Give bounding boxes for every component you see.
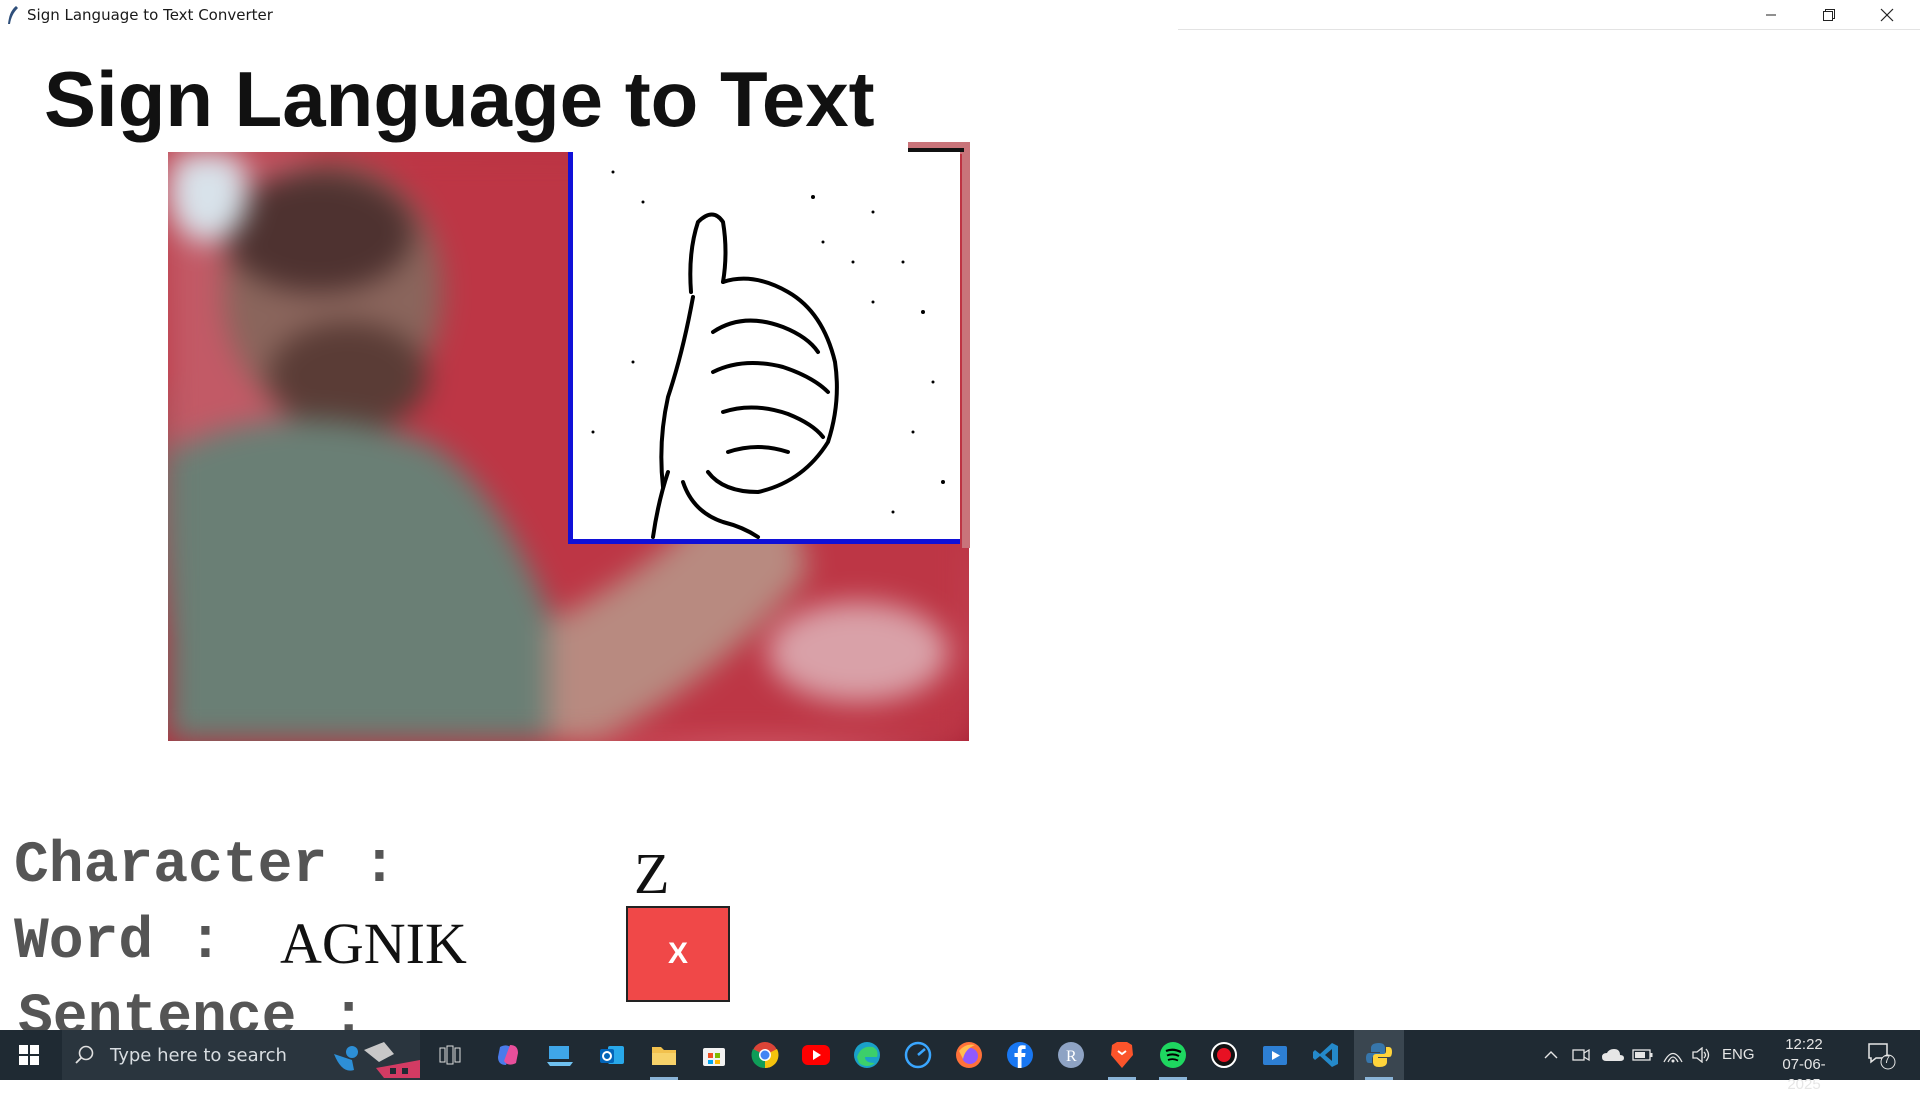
microsoft-store-icon[interactable] (698, 1039, 730, 1071)
taskbar-search-box[interactable]: Type here to search (62, 1030, 420, 1080)
windows-taskbar: Type here to search R ENG 12:22 07-06-20… (0, 1030, 1920, 1093)
r-app-icon[interactable]: R (1055, 1039, 1087, 1071)
facebook-icon[interactable] (1004, 1039, 1036, 1071)
minimize-button[interactable] (1742, 0, 1800, 30)
character-value: Z (634, 841, 670, 906)
close-icon (1880, 8, 1894, 22)
vscode-icon[interactable] (1310, 1039, 1342, 1071)
firefox-icon[interactable] (953, 1039, 985, 1071)
outlook-icon[interactable] (596, 1039, 628, 1071)
notification-count: 7 (1884, 1054, 1891, 1066)
start-button[interactable] (0, 1030, 58, 1080)
show-hidden-icons-button[interactable] (1538, 1030, 1564, 1080)
search-icon (75, 1045, 94, 1064)
task-view-icon[interactable] (434, 1039, 466, 1071)
minimize-icon (1766, 14, 1776, 16)
character-label: Character : (14, 834, 397, 899)
onedrive-icon[interactable] (1598, 1030, 1628, 1080)
hand-roi-image (568, 152, 960, 544)
python-icon[interactable] (1363, 1039, 1395, 1080)
word-value: AGNIK (280, 911, 467, 976)
window-titlebar: Sign Language to Text Converter (0, 0, 1920, 30)
media-player-icon[interactable] (1259, 1039, 1291, 1071)
speedtest-icon[interactable] (902, 1039, 934, 1071)
search-placeholder: Type here to search (110, 1045, 287, 1066)
page-title: Sign Language to Text (44, 55, 875, 143)
youtube-icon[interactable] (800, 1039, 832, 1071)
word-label: Word : (14, 910, 223, 975)
taskbar-clock[interactable]: 12:22 07-06-2025 (1766, 1035, 1842, 1095)
volume-icon[interactable] (1688, 1030, 1714, 1080)
restore-icon (1823, 9, 1835, 21)
mobile-devices-icon[interactable] (544, 1039, 576, 1071)
python-feather-icon (8, 6, 18, 24)
screen-recorder-icon[interactable] (1208, 1039, 1240, 1071)
svg-text:R: R (1066, 1048, 1077, 1065)
clock-date: 07-06-2025 (1782, 1056, 1826, 1093)
close-button[interactable] (1858, 0, 1916, 30)
spotify-icon[interactable] (1157, 1039, 1189, 1080)
brave-icon[interactable] (1106, 1039, 1138, 1080)
restore-button[interactable] (1800, 0, 1858, 30)
file-explorer-icon[interactable] (648, 1039, 680, 1080)
wifi-icon[interactable] (1660, 1030, 1686, 1080)
copilot-icon[interactable] (492, 1039, 524, 1071)
battery-icon[interactable] (1630, 1030, 1656, 1080)
windows-logo-icon (19, 1045, 39, 1065)
search-highlight-icon (334, 1042, 420, 1078)
input-language-indicator[interactable]: ENG (1722, 1046, 1755, 1063)
clear-button[interactable]: X (626, 906, 730, 1002)
window-title: Sign Language to Text Converter (27, 6, 273, 24)
meet-now-icon[interactable] (1568, 1030, 1594, 1080)
titlebar-divider (1178, 29, 1920, 30)
notification-center-button[interactable]: 7 (1866, 1040, 1896, 1075)
chevron-up-icon (1544, 1051, 1558, 1059)
chrome-icon[interactable] (749, 1039, 781, 1071)
clock-time: 12:22 (1785, 1036, 1823, 1053)
thumbs-up-edge-icon (591, 170, 945, 539)
edge-icon[interactable] (851, 1039, 883, 1071)
notification-icon (1868, 1043, 1896, 1070)
